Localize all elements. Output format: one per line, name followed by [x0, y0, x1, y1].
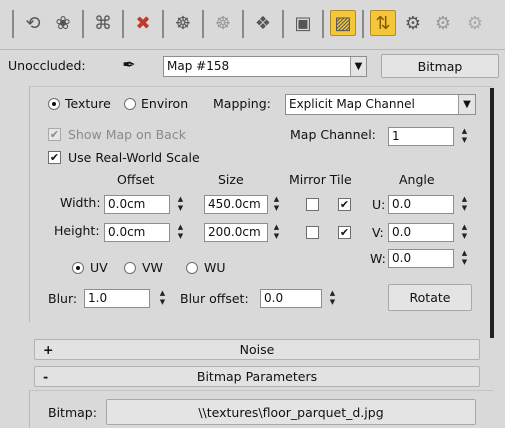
width-mirror-checkbox[interactable]: [306, 198, 319, 211]
vw-label: VW: [142, 260, 163, 275]
settings-icon[interactable]: ⚙: [430, 10, 456, 36]
show-in-viewport-icon[interactable]: ▣: [290, 10, 316, 36]
width-size-input[interactable]: 450.0cm: [204, 195, 268, 214]
pick-from-scene-icon[interactable]: ⟲: [20, 10, 46, 36]
toolbar-separator: [242, 10, 244, 38]
u-angle-input[interactable]: 0.0: [388, 195, 454, 214]
size-header: Size: [218, 172, 244, 187]
get-material-icon[interactable]: ❀: [50, 10, 76, 36]
w-label: W:: [370, 251, 386, 266]
u-angle-spinner[interactable]: ▲ ▼: [458, 195, 471, 214]
v-angle-input[interactable]: 0.0: [388, 223, 454, 242]
height-size-spinner[interactable]: ▲ ▼: [270, 223, 283, 242]
height-label: Height:: [54, 223, 100, 238]
toolbar-separator: [362, 10, 364, 38]
put-to-library-icon[interactable]: ☸: [210, 10, 236, 36]
options-icon[interactable]: ⚙: [462, 10, 488, 36]
width-tile-checkbox[interactable]: ✔: [338, 198, 351, 211]
height-offset-spinner[interactable]: ▲ ▼: [174, 223, 187, 242]
rotate-button[interactable]: Rotate: [388, 284, 472, 311]
map-name-input[interactable]: Map #158: [163, 56, 367, 77]
toolbar-separator: [282, 10, 284, 38]
show-map-on-back-checkbox[interactable]: ✔: [48, 128, 61, 141]
material-id-icon[interactable]: ❖: [250, 10, 276, 36]
map-type-button[interactable]: Bitmap: [381, 54, 499, 78]
w-angle-spinner[interactable]: ▲ ▼: [458, 249, 471, 268]
height-size-input[interactable]: 200.0cm: [204, 223, 268, 242]
go-to-parent-icon[interactable]: ⇅: [370, 10, 396, 36]
texture-label: Texture: [65, 96, 111, 111]
uv-label: UV: [90, 260, 108, 275]
map-name-dropdown-arrow[interactable]: ▼: [350, 57, 366, 76]
toolbar-separator: [12, 10, 14, 38]
bitmap-path-button[interactable]: \\textures\floor_parquet_d.jpg: [106, 399, 476, 425]
bitmap-parameters-rollout-title: Bitmap Parameters: [196, 369, 318, 384]
environ-radio[interactable]: [124, 98, 136, 110]
width-label: Width:: [60, 195, 101, 210]
height-offset-input[interactable]: 0.0cm: [104, 223, 170, 242]
texture-radio[interactable]: [48, 98, 60, 110]
blur-offset-spinner[interactable]: ▲ ▼: [326, 289, 339, 308]
height-tile-checkbox[interactable]: ✔: [338, 226, 351, 239]
map-channel-input[interactable]: 1: [388, 127, 454, 146]
blur-spinner[interactable]: ▲ ▼: [156, 289, 169, 308]
use-real-world-scale-label: Use Real-World Scale: [68, 150, 200, 165]
toolbar-separator: [202, 10, 204, 38]
mapping-label: Mapping:: [213, 96, 271, 111]
material-editor-toolbar: ⟲ ❀ ⌘ ✖ ☸ ☸ ❖ ▣ ▨ ⇅ ⚙ ⚙ ⚙: [0, 0, 505, 50]
unoccluded-label: Unoccluded:: [8, 58, 86, 73]
blur-input[interactable]: 1.0: [84, 289, 150, 308]
width-size-spinner[interactable]: ▲ ▼: [270, 195, 283, 214]
width-offset-spinner[interactable]: ▲ ▼: [174, 195, 187, 214]
panel-scrollbar[interactable]: [490, 88, 494, 338]
mapping-dropdown-arrow[interactable]: ▼: [458, 95, 475, 114]
use-real-world-scale-checkbox[interactable]: ✔: [48, 151, 61, 164]
v-label: V:: [372, 225, 384, 240]
mapping-select[interactable]: Explicit Map Channel: [285, 94, 476, 115]
map-channel-spinner[interactable]: ▲ ▼: [458, 127, 471, 146]
eyedropper-icon[interactable]: ✒: [118, 55, 140, 77]
toolbar-separator: [122, 10, 124, 38]
bitmap-parameters-rollout-header[interactable]: - Bitmap Parameters: [34, 366, 480, 387]
blur-offset-input[interactable]: 0.0: [260, 289, 322, 308]
w-angle-input[interactable]: 0.0: [388, 249, 454, 268]
map-channel-label: Map Channel:: [290, 127, 376, 142]
uv-radio[interactable]: [72, 262, 84, 274]
noise-rollout-header[interactable]: + Noise: [34, 339, 480, 360]
wu-label: WU: [204, 260, 226, 275]
show-end-result-icon[interactable]: ▨: [330, 10, 356, 36]
width-offset-input[interactable]: 0.0cm: [104, 195, 170, 214]
angle-header: Angle: [399, 172, 435, 187]
blur-offset-label: Blur offset:: [180, 291, 249, 306]
make-unique-icon[interactable]: ☸: [170, 10, 196, 36]
show-map-on-back-label: Show Map on Back: [68, 127, 186, 142]
vw-radio[interactable]: [124, 262, 136, 274]
blur-label: Blur:: [48, 291, 78, 306]
bitmap-label: Bitmap:: [48, 405, 97, 420]
toolbar-separator: [322, 10, 324, 38]
delete-icon[interactable]: ✖: [130, 10, 156, 36]
toolbar-separator: [162, 10, 164, 38]
environ-label: Environ: [141, 96, 189, 111]
go-forward-icon[interactable]: ⚙: [400, 10, 426, 36]
offset-header: Offset: [117, 172, 155, 187]
u-label: U:: [372, 197, 386, 212]
toolbar-separator: [82, 10, 84, 38]
noise-rollout-title: Noise: [239, 342, 275, 357]
height-mirror-checkbox[interactable]: [306, 226, 319, 239]
wu-radio[interactable]: [186, 262, 198, 274]
v-angle-spinner[interactable]: ▲ ▼: [458, 223, 471, 242]
mirror-tile-header: Mirror Tile: [289, 172, 352, 187]
put-to-scene-icon[interactable]: ⌘: [90, 10, 116, 36]
